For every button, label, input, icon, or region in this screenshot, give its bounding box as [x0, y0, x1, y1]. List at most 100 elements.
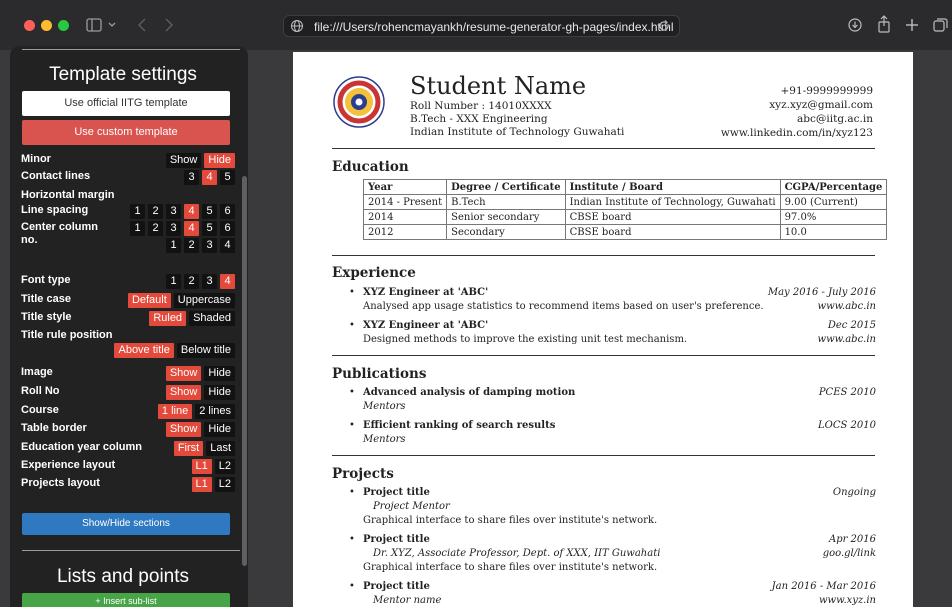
- option-row: Course 1 line 2 lines: [21, 404, 235, 419]
- sidebar-toggle-icon[interactable]: [86, 18, 102, 32]
- option-choices: First Last: [173, 441, 235, 456]
- table-row: 2012 Secondary CBSE board 10.0: [362, 224, 888, 240]
- experience-heading: Experience: [332, 265, 416, 281]
- show-hide-sections-button[interactable]: Show/Hide sections: [22, 513, 230, 535]
- publications-heading: Publications: [332, 366, 427, 382]
- email-primary: xyz.xyz@gmail.com: [769, 99, 873, 111]
- option-choice-button[interactable]: L2: [214, 477, 235, 492]
- option-choice-button[interactable]: 3: [166, 221, 181, 236]
- email-secondary: abc@iitg.ac.in: [797, 113, 873, 125]
- option-choice-button[interactable]: 4: [220, 238, 235, 253]
- back-arrow-icon[interactable]: [138, 18, 146, 32]
- use-official-template-button[interactable]: Use official IITG template: [22, 91, 230, 116]
- option-choice-button[interactable]: 4: [220, 274, 235, 289]
- option-choice-button[interactable]: Below title: [176, 343, 235, 358]
- option-choice-button[interactable]: Show: [165, 366, 202, 381]
- browser-toolbar: file:///Users/rohencmayankh/resume-gener…: [0, 0, 952, 50]
- option-choice-button[interactable]: 4: [184, 204, 199, 219]
- option-row: 1234: [21, 238, 235, 253]
- option-choice-button[interactable]: 2: [184, 238, 199, 253]
- option-choice-button[interactable]: Hide: [204, 366, 235, 381]
- option-choices: 1 line 2 lines: [157, 404, 235, 419]
- option-label: Horizontal margin: [21, 189, 115, 201]
- minimize-window-button[interactable]: [41, 20, 52, 31]
- option-choice-button[interactable]: 6: [220, 204, 235, 219]
- option-choice-button[interactable]: 1: [130, 221, 145, 236]
- option-choice-button[interactable]: 1: [130, 204, 145, 219]
- option-row: Experience layout L1 L2: [21, 459, 235, 474]
- option-choice-button[interactable]: Above title: [114, 343, 174, 358]
- new-tab-icon[interactable]: [905, 18, 919, 32]
- option-choice-button[interactable]: Last: [206, 441, 235, 456]
- option-choice-button[interactable]: First: [173, 441, 204, 456]
- option-choice-button[interactable]: Show: [165, 422, 202, 437]
- institute: Indian Institute of Technology Guwahati: [410, 126, 625, 138]
- option-row: Above title Below title: [21, 343, 235, 358]
- option-label: Title style: [21, 311, 72, 323]
- option-label: Image: [21, 366, 53, 378]
- option-choice-button[interactable]: Ruled: [149, 311, 187, 326]
- option-choice-button[interactable]: Hide: [204, 422, 235, 437]
- use-custom-template-button[interactable]: Use custom template: [22, 120, 230, 145]
- address-bar[interactable]: file:///Users/rohencmayankh/resume-gener…: [283, 15, 680, 37]
- option-choice-button[interactable]: 2: [148, 221, 163, 236]
- option-choice-button[interactable]: Hide: [204, 385, 235, 400]
- option-choice-button[interactable]: 2 lines: [195, 404, 235, 419]
- option-choice-button[interactable]: 3: [202, 238, 217, 253]
- chevron-down-icon[interactable]: [108, 21, 116, 29]
- option-choice-button[interactable]: 4: [184, 221, 199, 236]
- projects-rule: [332, 455, 875, 456]
- header-rule: [332, 148, 875, 149]
- option-choice-button[interactable]: 3: [184, 170, 199, 185]
- insert-sub-list-button[interactable]: + Insert sub-list: [22, 593, 230, 607]
- option-choice-button[interactable]: Show: [165, 153, 202, 168]
- divider: [22, 550, 240, 551]
- option-choices: Show Hide: [165, 153, 235, 168]
- option-choice-button[interactable]: 5: [202, 204, 217, 219]
- option-choice-button[interactable]: Default: [127, 293, 171, 308]
- option-choice-button[interactable]: Uppercase: [173, 293, 235, 308]
- option-choice-button[interactable]: 3: [202, 274, 217, 289]
- option-choice-button[interactable]: 4: [202, 170, 217, 185]
- option-row: Horizontal margin: [21, 189, 235, 204]
- option-choice-button[interactable]: 5: [202, 221, 217, 236]
- option-choice-button[interactable]: 3: [166, 204, 181, 219]
- option-choice-button[interactable]: Hide: [204, 153, 235, 168]
- zoom-window-button[interactable]: [58, 20, 69, 31]
- option-choice-button[interactable]: Show: [165, 385, 202, 400]
- option-choice-button[interactable]: 2: [148, 204, 163, 219]
- option-choice-button[interactable]: L1: [191, 459, 212, 474]
- option-choice-button[interactable]: L1: [191, 477, 212, 492]
- option-choice-button[interactable]: 6: [220, 221, 235, 236]
- option-choice-button[interactable]: 1: [166, 238, 181, 253]
- close-window-button[interactable]: [24, 20, 35, 31]
- option-choice-button[interactable]: Shaded: [189, 311, 235, 326]
- download-icon[interactable]: [848, 18, 862, 32]
- option-choice-button[interactable]: 2: [184, 274, 199, 289]
- table-cell: B.Tech: [446, 194, 566, 210]
- divider: [22, 49, 240, 50]
- option-row: Projects layout L1 L2: [21, 477, 235, 492]
- reload-icon[interactable]: [657, 19, 671, 33]
- table-cell: CBSE board: [564, 224, 781, 240]
- option-row: Image Show Hide: [21, 366, 235, 381]
- option-choice-button[interactable]: 1 line: [157, 404, 193, 419]
- option-choice-button[interactable]: 1: [166, 274, 181, 289]
- option-row: Education year column First Last: [21, 441, 235, 456]
- option-choice-button[interactable]: 5: [220, 170, 235, 185]
- forward-arrow-icon[interactable]: [165, 18, 173, 32]
- tab-overview-icon[interactable]: [933, 18, 948, 32]
- option-label: Projects layout: [21, 477, 100, 489]
- option-choices: 1234: [166, 238, 235, 253]
- option-row: Title case Default Uppercase: [21, 293, 235, 308]
- option-choices: 345: [184, 170, 235, 185]
- option-row: Center column no. 1 2 3 4 5 6: [21, 221, 235, 246]
- option-choice-button[interactable]: L2: [214, 459, 235, 474]
- globe-icon: [291, 20, 303, 32]
- table-header-cell: Degree / Certificate: [446, 179, 566, 195]
- share-icon[interactable]: [877, 15, 891, 33]
- option-label: Table border: [21, 422, 87, 434]
- phone: +91-9999999999: [780, 85, 873, 97]
- table-header-cell: CGPA/Percentage: [779, 179, 888, 195]
- sidebar-scrollbar[interactable]: [242, 176, 247, 566]
